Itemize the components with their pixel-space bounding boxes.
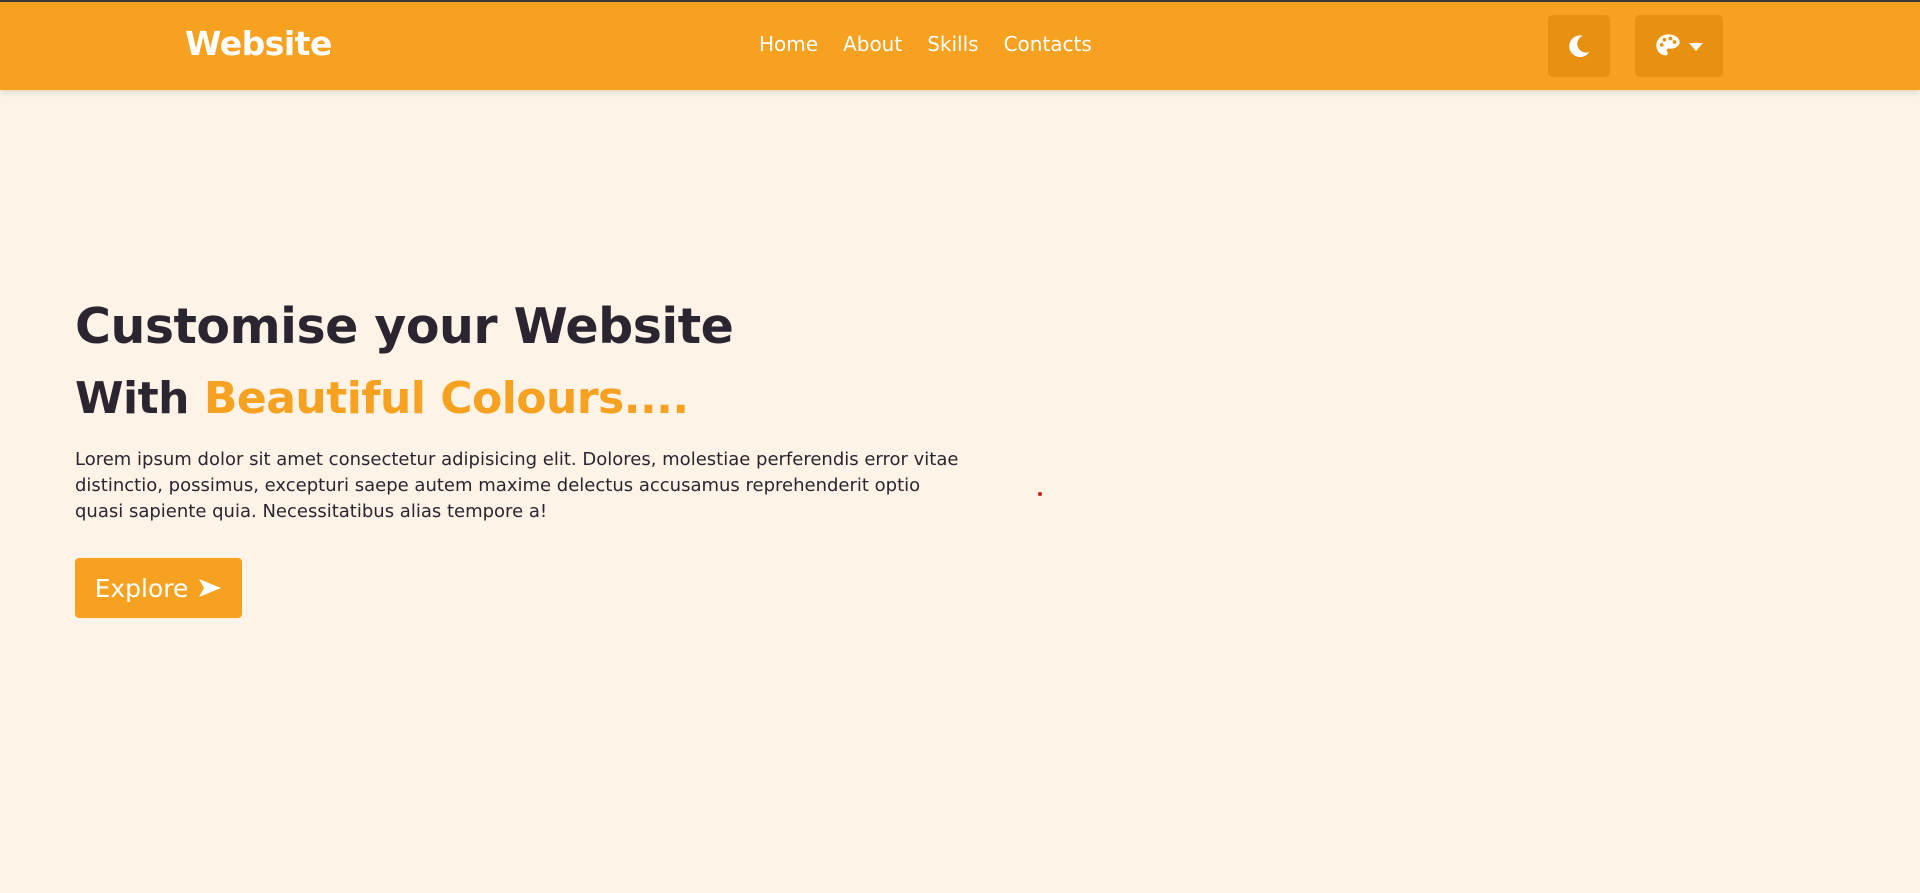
brand-logo[interactable]: Website — [185, 24, 332, 63]
nav-link-home[interactable]: Home — [759, 32, 818, 56]
hero-description: Lorem ipsum dolor sit amet consectetur a… — [75, 449, 959, 522]
explore-button[interactable]: Explore — [75, 558, 242, 618]
navbar: Website Home About Skills Contacts — [0, 2, 1920, 90]
arrow-right-icon — [199, 579, 222, 597]
hero-subtitle: With Beautiful Colours.... — [75, 373, 689, 424]
nav-link-about[interactable]: About — [843, 32, 902, 56]
moon-icon — [1569, 35, 1590, 58]
nav-link-skills[interactable]: Skills — [927, 32, 978, 56]
theme-toggle-button[interactable] — [1548, 15, 1610, 77]
hero-title: Customise your Website — [75, 298, 734, 355]
cursor-dot — [1038, 492, 1042, 496]
explore-button-label: Explore — [94, 573, 189, 603]
hero-subtitle-prefix: With — [75, 373, 189, 424]
hero-subtitle-accent: Beautiful Colours.... — [203, 373, 689, 424]
caret-down-icon — [1689, 43, 1703, 51]
nav-links: Home About Skills Contacts — [759, 32, 1092, 56]
color-palette-button[interactable] — [1635, 15, 1723, 77]
palette-icon — [1656, 34, 1680, 56]
nav-link-contacts[interactable]: Contacts — [1004, 32, 1092, 56]
